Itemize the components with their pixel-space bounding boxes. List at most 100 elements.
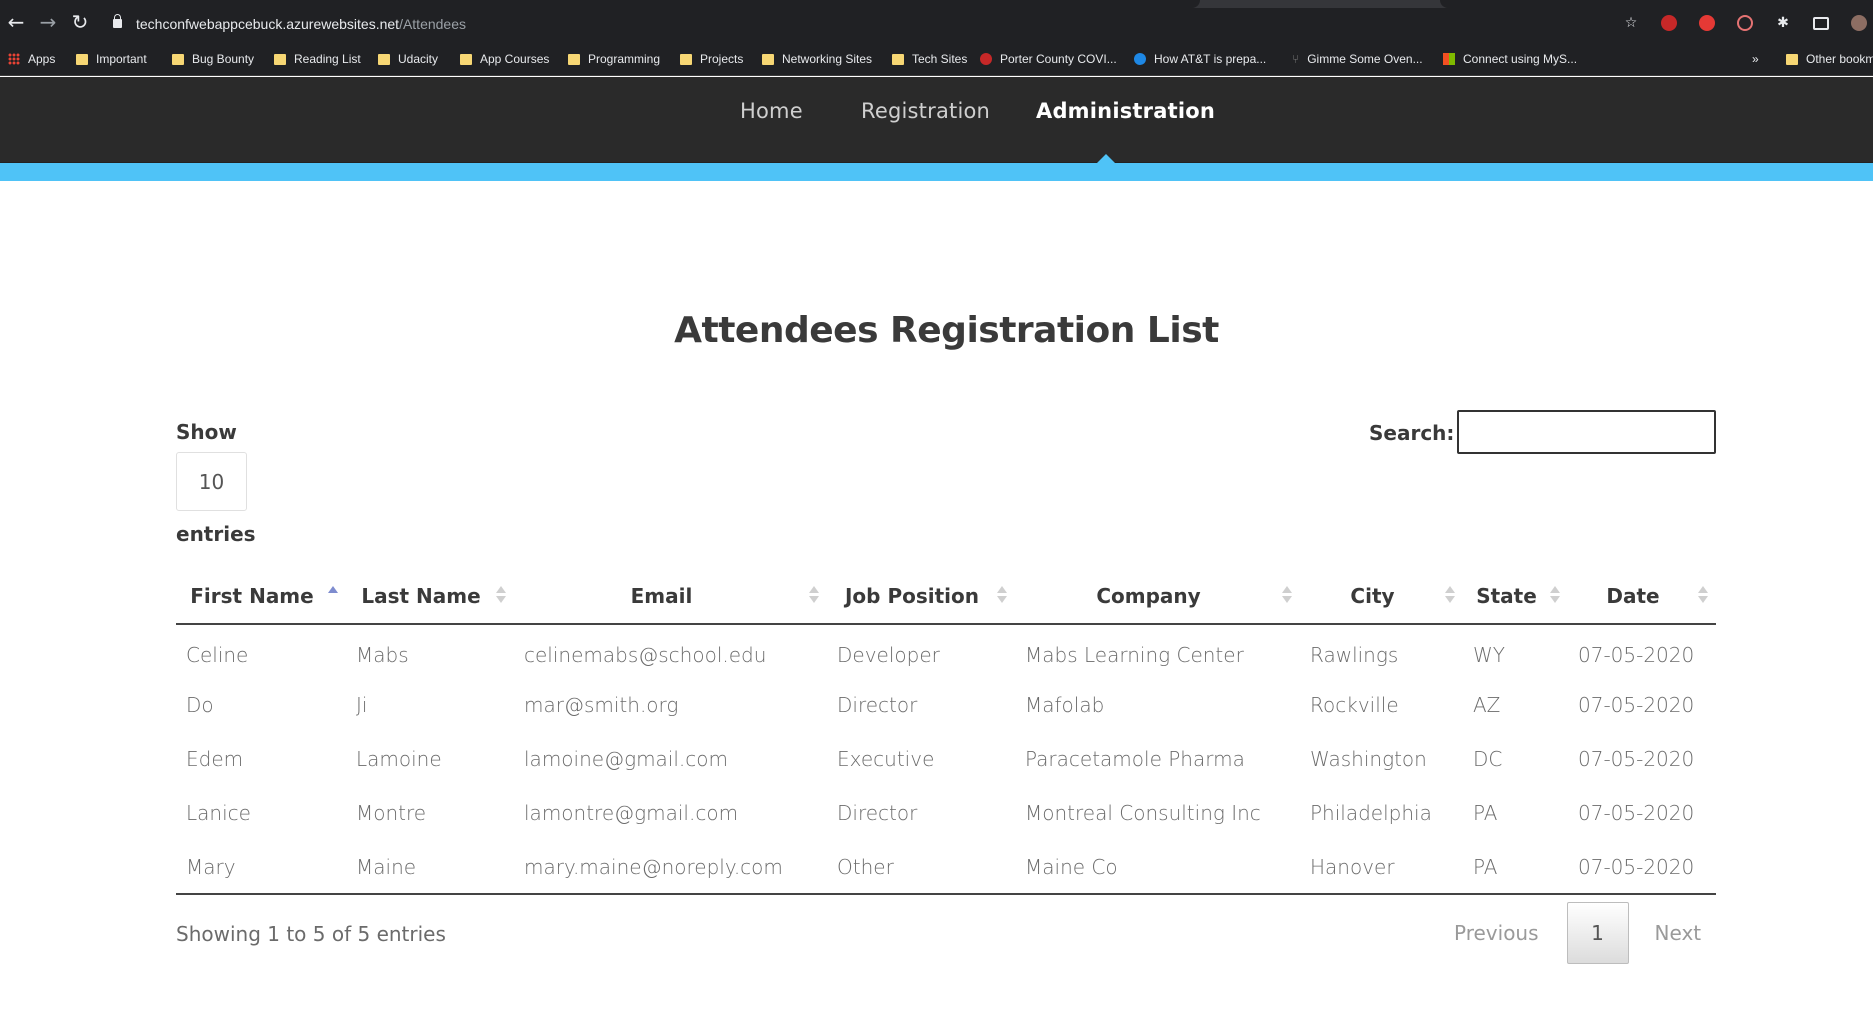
cell-city: Washington: [1310, 747, 1427, 771]
att-icon: [1134, 53, 1146, 65]
sort-icon: [1698, 586, 1708, 606]
cell-date: 07-05-2020: [1578, 642, 1695, 667]
folder-icon: [274, 53, 286, 65]
ublock-extension-icon[interactable]: [1661, 15, 1677, 31]
bookmark-label: Programming: [588, 52, 661, 66]
cell-last-name: Lamoine: [356, 747, 442, 771]
column-header-label: Company: [1096, 583, 1201, 608]
cell-company: Montreal Consulting Inc: [1025, 801, 1261, 825]
cell-job-position: Director: [837, 693, 918, 717]
puzzle-extensions-icon[interactable]: ✱: [1775, 15, 1791, 31]
bookmark-star-icon[interactable]: ☆: [1623, 15, 1639, 31]
column-header-date[interactable]: Date: [1568, 568, 1716, 625]
bookmark-programming[interactable]: Programming: [568, 52, 660, 66]
cell-email: mar@smith.org: [524, 693, 679, 717]
bookmark-label: Udacity: [398, 52, 439, 66]
cell-first-name: Lanice: [186, 801, 251, 825]
bookmark-label: App Courses: [480, 52, 550, 66]
cell-email: lamoine@gmail.com: [524, 747, 728, 771]
bookmark-important[interactable]: Important: [76, 52, 147, 66]
cell-first-name: Edem: [186, 747, 244, 771]
cell-date: 07-05-2020: [1578, 693, 1695, 717]
attendees-table: First Name Last Name Email Job Position …: [176, 568, 1716, 895]
entries-length-select[interactable]: 10: [176, 452, 247, 511]
bookmark-app-courses[interactable]: App Courses: [460, 52, 549, 66]
bookmark-connect-mys[interactable]: Connect using MyS...: [1443, 52, 1577, 66]
table-row: Mary Maine mary.maine@noreply.com Other …: [176, 840, 1716, 895]
entries-label: entries: [176, 522, 256, 546]
address-bar[interactable]: techconfwebappcebuck.azurewebsites.net/A…: [136, 16, 466, 32]
site-navbar: Home Registration Administration: [0, 77, 1873, 163]
sort-icon: [1282, 586, 1292, 606]
cell-state: DC: [1473, 747, 1503, 771]
column-header-label: City: [1350, 583, 1395, 608]
nav-links: Home Registration Administration: [0, 99, 1873, 139]
column-header-label: State: [1476, 583, 1537, 608]
bookmark-label: Bug Bounty: [192, 52, 255, 66]
active-tab[interactable]: [0, 0, 1200, 8]
cell-city: Rockville: [1310, 693, 1399, 717]
nav-home[interactable]: Home: [740, 99, 803, 123]
forward-arrow-icon[interactable]: →: [38, 12, 58, 32]
profile-avatar[interactable]: [1851, 15, 1867, 31]
folder-icon: [762, 53, 774, 65]
bookmark-reading-list[interactable]: Reading List: [274, 52, 361, 66]
bookmark-label: Gimme Some Oven...: [1307, 52, 1423, 66]
lock-icon[interactable]: [113, 14, 122, 28]
search-input[interactable]: [1457, 410, 1716, 454]
back-arrow-icon[interactable]: ←: [6, 12, 26, 32]
table-info: Showing 1 to 5 of 5 entries: [176, 922, 446, 946]
column-header-first-name[interactable]: First Name: [176, 568, 346, 625]
bookmark-other[interactable]: Other bookm: [1786, 52, 1873, 66]
extension-icon[interactable]: [1737, 15, 1753, 31]
cast-icon[interactable]: [1813, 16, 1829, 30]
cell-last-name: Ji: [356, 693, 368, 717]
bookmark-gimme-some-oven[interactable]: ⑂ Gimme Some Oven...: [1292, 52, 1423, 66]
bookmark-label: Apps: [28, 52, 56, 66]
column-header-job-position[interactable]: Job Position: [827, 568, 1015, 625]
cell-date: 07-05-2020: [1568, 840, 1716, 895]
column-header-state[interactable]: State: [1463, 568, 1568, 625]
column-header-city[interactable]: City: [1300, 568, 1463, 625]
bookmark-apps[interactable]: Apps: [8, 52, 55, 66]
column-header-last-name[interactable]: Last Name: [346, 568, 514, 625]
page-1-button[interactable]: 1: [1566, 902, 1629, 964]
cell-company: Mabs Learning Center: [1025, 642, 1244, 667]
bookmark-networking-sites[interactable]: Networking Sites: [762, 52, 872, 66]
stop-extension-icon[interactable]: [1699, 15, 1715, 31]
cell-company: Paracetamole Pharma: [1025, 747, 1245, 771]
sort-icon: [997, 586, 1007, 606]
bookmark-label: Networking Sites: [782, 52, 873, 66]
folder-icon: [460, 53, 472, 65]
cell-job-position: Other: [827, 840, 1015, 895]
nav-administration[interactable]: Administration: [1036, 99, 1215, 123]
column-header-label: Last Name: [361, 583, 481, 608]
entries-length-value: 10: [198, 469, 225, 494]
bookmark-udacity[interactable]: Udacity: [378, 52, 438, 66]
reload-icon[interactable]: ↻: [70, 12, 90, 32]
nav-registration[interactable]: Registration: [861, 99, 990, 123]
folder-icon: [1786, 53, 1798, 65]
next-page-button[interactable]: Next: [1629, 921, 1726, 945]
previous-page-button[interactable]: Previous: [1430, 921, 1567, 945]
bookmark-bug-bounty[interactable]: Bug Bounty: [172, 52, 254, 66]
page-title: Attendees Registration List: [674, 310, 1219, 351]
bookmark-att[interactable]: How AT&T is prepa...: [1134, 52, 1266, 66]
bookmark-label: Other bookm: [1806, 52, 1873, 66]
browser-tab[interactable]: [1440, 0, 1873, 8]
bookmarks-overflow[interactable]: »: [1752, 52, 1759, 66]
bookmark-porter-county[interactable]: Porter County COVI...: [980, 52, 1117, 66]
column-header-email[interactable]: Email: [514, 568, 827, 625]
cell-first-name: Mary: [176, 840, 346, 895]
bookmark-tech-sites[interactable]: Tech Sites: [892, 52, 967, 66]
bookmark-projects[interactable]: Projects: [680, 52, 743, 66]
cell-date: 07-05-2020: [1578, 747, 1695, 771]
sort-ascending-icon: [328, 586, 338, 606]
search-label: Search:: [1369, 421, 1455, 445]
table-row: Lanice Montre lamontre@gmail.com Directo…: [176, 786, 1716, 840]
cell-company: Maine Co: [1015, 840, 1300, 895]
column-header-company[interactable]: Company: [1015, 568, 1300, 625]
folder-icon: [76, 53, 88, 65]
column-header-label: First Name: [190, 583, 314, 608]
cell-date: 07-05-2020: [1578, 801, 1695, 825]
